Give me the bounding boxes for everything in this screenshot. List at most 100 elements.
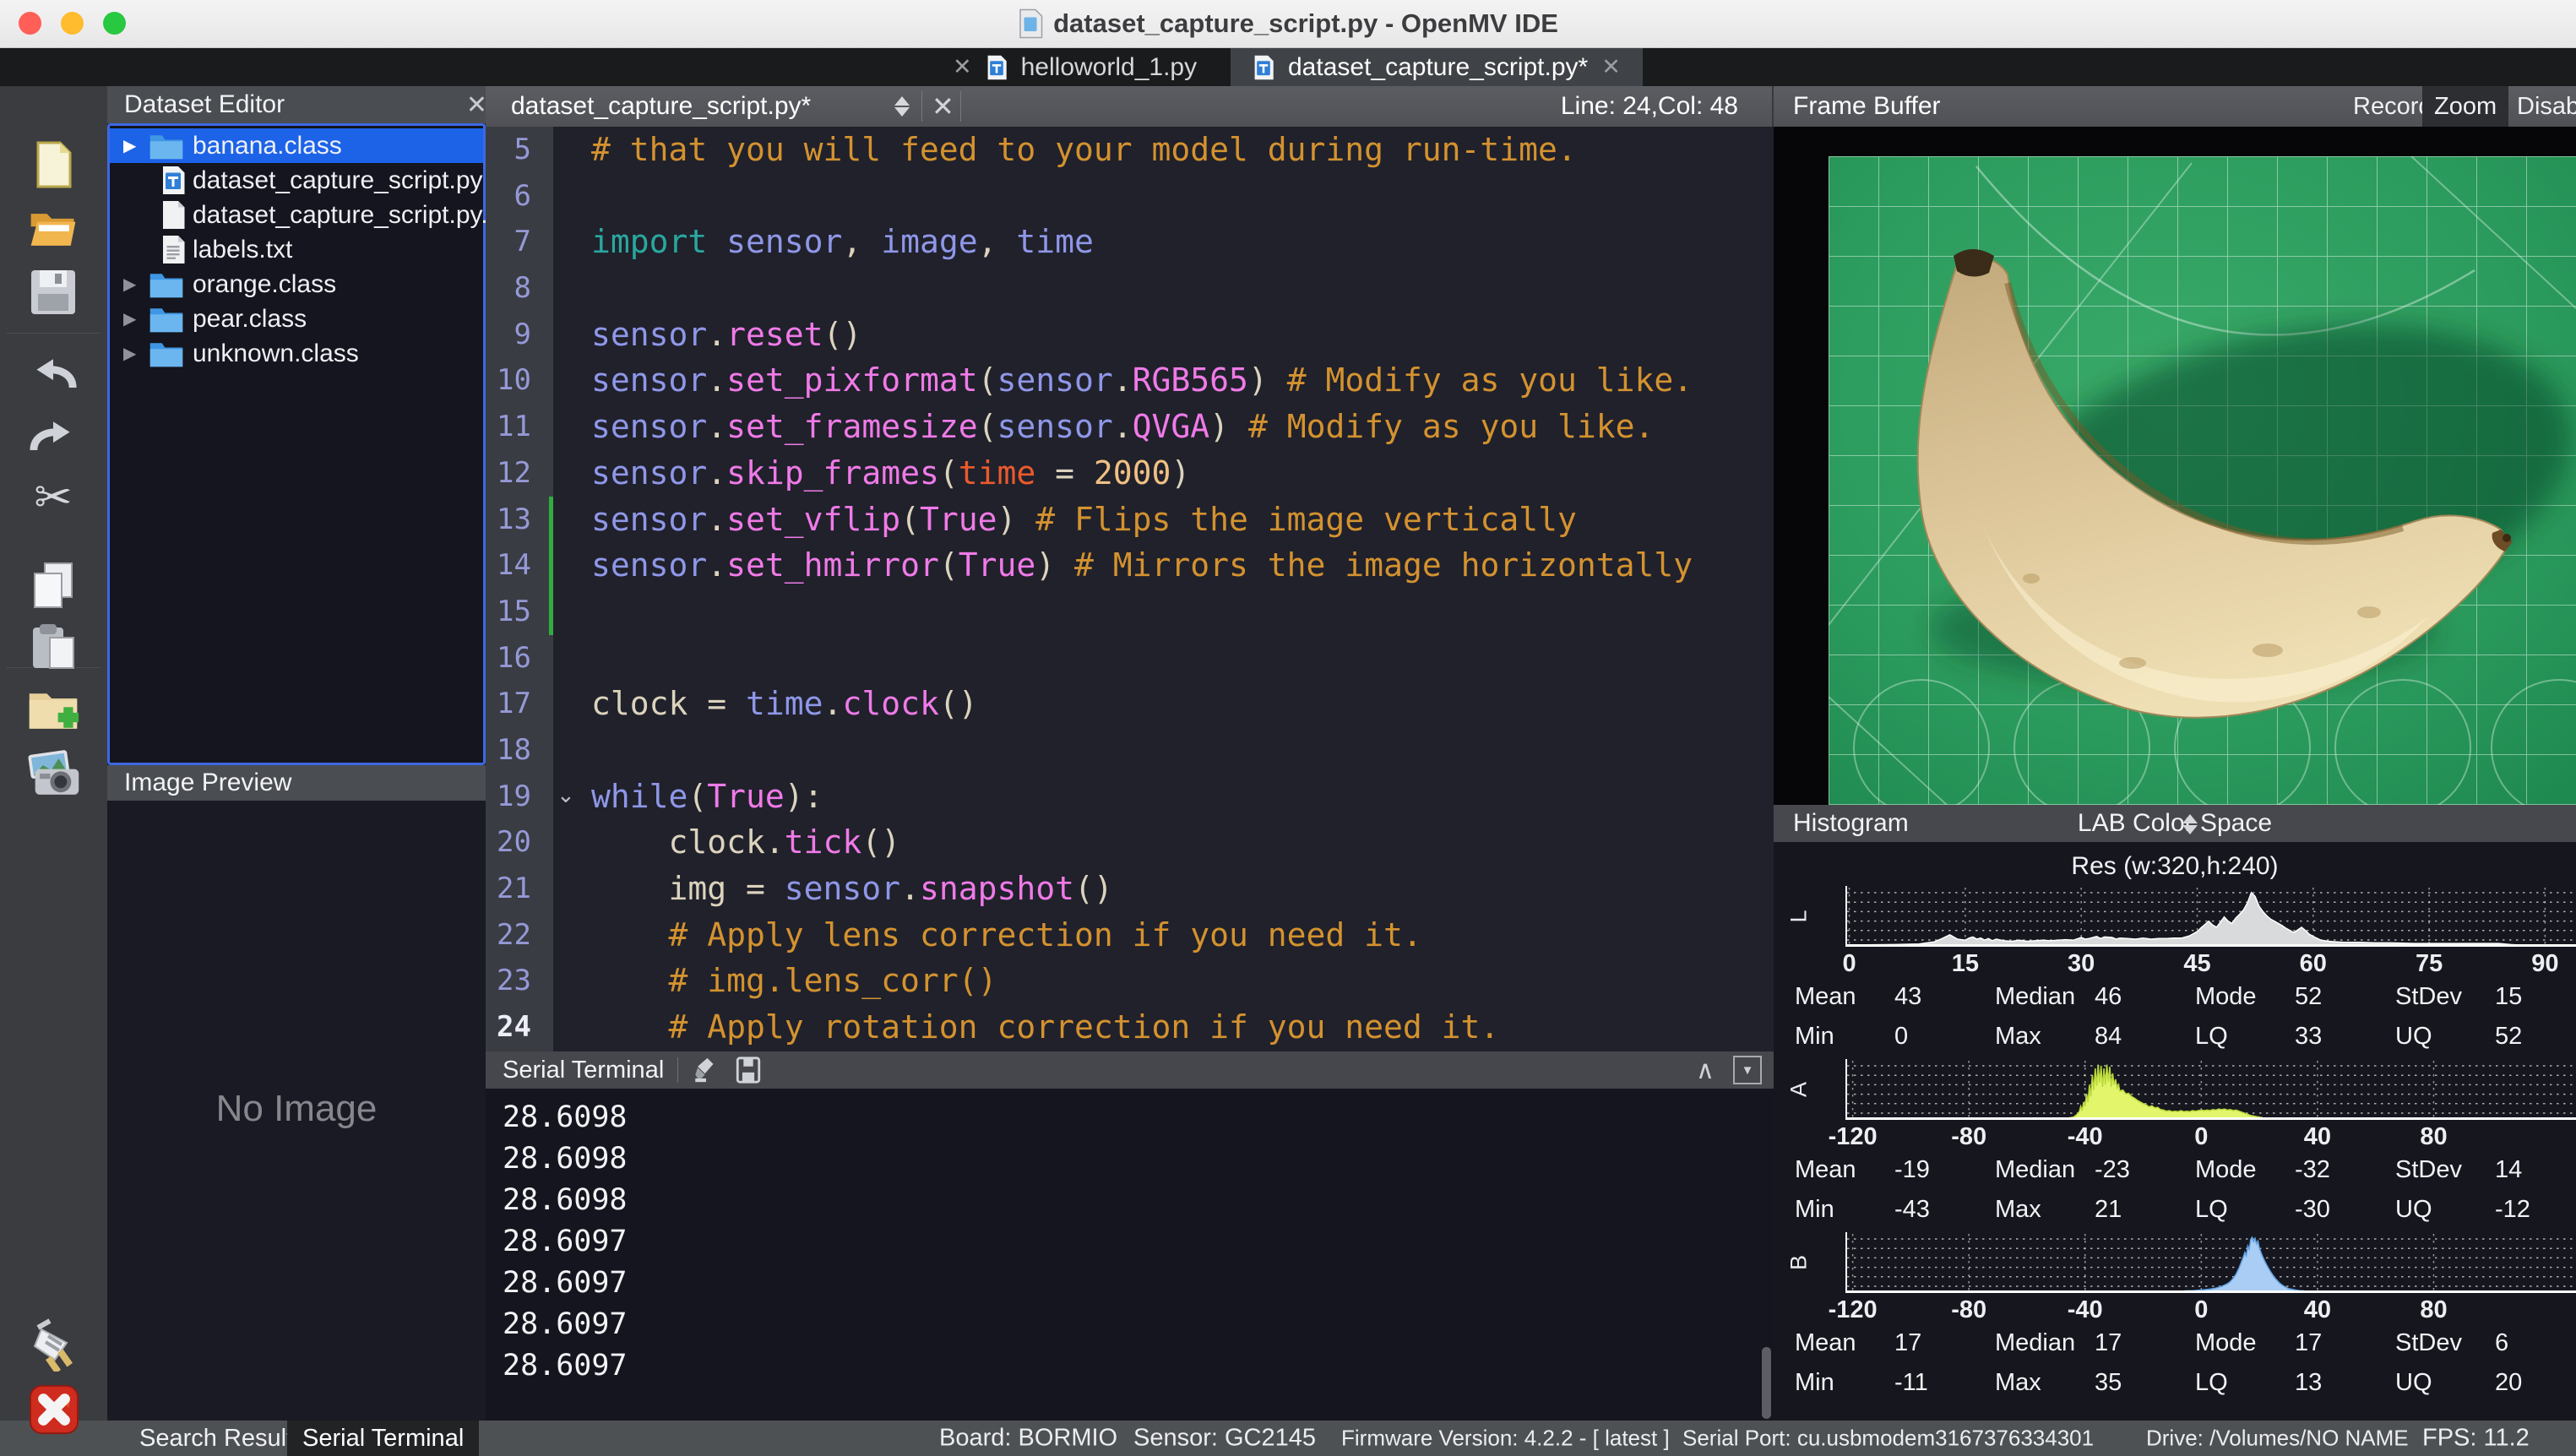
open-file-icon[interactable] <box>26 203 80 257</box>
colorspace-selector[interactable]: LAB Color Space <box>1774 809 2576 838</box>
stat: Mode-32 <box>2195 1156 2395 1184</box>
code-text: sensor.set_pixformat(sensor.RGB565) # Mo… <box>553 357 1774 404</box>
fold-arrow-icon[interactable]: ⌄ <box>557 774 575 816</box>
histogram-header: Histogram LAB Color Space <box>1774 805 2576 842</box>
histogram-panel: Res (w:320,h:240) L0153045607590Mean43Me… <box>1774 842 2576 1421</box>
stat-label: Mode <box>2195 1156 2295 1184</box>
expand-arrow-icon[interactable]: ▶ <box>123 343 136 364</box>
zoom-button[interactable]: Zoom <box>2422 86 2508 127</box>
stat-value: 52 <box>2495 1023 2522 1051</box>
tree-item-unknown-class[interactable]: ▶unknown.class <box>110 336 483 371</box>
close-tab-icon[interactable]: ✕ <box>953 54 972 80</box>
stat-label: Mean <box>1795 1156 1894 1184</box>
capture-image-icon[interactable] <box>26 747 80 801</box>
expand-arrow-icon[interactable]: ▶ <box>123 135 136 156</box>
save-log-icon[interactable] <box>734 1056 763 1084</box>
code-line-5[interactable]: 5# that you will feed to your model duri… <box>486 127 1774 173</box>
stat: StDev6 <box>2395 1329 2576 1357</box>
stop-script-icon[interactable] <box>28 1383 80 1436</box>
colorspace-stepper-icon[interactable] <box>2177 810 2203 839</box>
code-line-18[interactable]: 18 <box>486 727 1774 774</box>
code-line-24[interactable]: 24 # Apply rotation correction if you ne… <box>486 1004 1774 1051</box>
tab-helloworld[interactable]: ✕ helloworld_1.py <box>953 48 1197 86</box>
code-line-12[interactable]: 12sensor.skip_frames(time = 2000) <box>486 450 1774 497</box>
code-line-16[interactable]: 16 <box>486 635 1774 682</box>
close-panel-icon[interactable]: ✕ <box>466 90 487 120</box>
minimize-window-button[interactable] <box>61 12 84 35</box>
zoom-window-button[interactable] <box>103 12 126 35</box>
line-number: 23 <box>486 958 553 1004</box>
stat-label: StDev <box>2395 1329 2495 1357</box>
stat: UQ52 <box>2395 1023 2576 1051</box>
axis-tick-label: 15 <box>1952 950 1979 978</box>
stat: LQ-30 <box>2195 1196 2395 1224</box>
axis-tick-label: -80 <box>1951 1123 1986 1151</box>
tree-item-dataset-capture-script-py-[interactable]: dataset_capture_script.py.... <box>110 198 483 232</box>
code-line-14[interactable]: 14sensor.set_hmirror(True) # Mirrors the… <box>486 542 1774 589</box>
cut-icon[interactable]: ✂ <box>26 470 80 524</box>
code-line-22[interactable]: 22 # Apply lens correction if you need i… <box>486 912 1774 959</box>
terminal-line: 28.6098 <box>486 1097 1774 1138</box>
tree-item-orange-class[interactable]: ▶orange.class <box>110 267 483 302</box>
tab-label[interactable]: helloworld_1.py <box>1021 53 1197 82</box>
code-line-11[interactable]: 11sensor.set_framesize(sensor.QVGA) # Mo… <box>486 404 1774 450</box>
code-text <box>553 589 1774 635</box>
code-line-17[interactable]: 17clock = time.clock() <box>486 681 1774 727</box>
tab-label[interactable]: dataset_capture_script.py* <box>1288 53 1588 82</box>
titlebar[interactable]: dataset_capture_script.py - OpenMV IDE <box>0 0 2576 48</box>
code-line-7[interactable]: 7import sensor, image, time <box>486 219 1774 265</box>
disable-button[interactable]: Disable <box>2505 86 2576 127</box>
new-dataset-folder-icon[interactable] <box>26 684 80 738</box>
code-line-6[interactable]: 6 <box>486 173 1774 220</box>
stat-value: -23 <box>2095 1156 2130 1184</box>
serial-terminal-output[interactable]: 28.609828.609828.609828.609728.609728.60… <box>486 1089 1774 1421</box>
code-line-15[interactable]: 15 <box>486 589 1774 635</box>
terminal-line: 28.6097 <box>486 1263 1774 1304</box>
stat: Mean43 <box>1795 983 1995 1011</box>
stats-row-1: Mean17Median17Mode17StDev6 <box>1774 1323 2576 1363</box>
tree-item-pear-class[interactable]: ▶pear.class <box>110 302 483 336</box>
line-number: 12 <box>486 450 553 497</box>
code-line-23[interactable]: 23 # img.lens_corr() <box>486 958 1774 1004</box>
editor-tabbar: ✕ helloworld_1.py dataset_capture_script… <box>0 48 2576 86</box>
tree-item-labels-txt[interactable]: labels.txt <box>110 232 483 267</box>
stat-label: StDev <box>2395 1156 2495 1184</box>
tab-dataset-capture-script[interactable]: dataset_capture_script.py* ✕ <box>1231 48 1643 86</box>
connect-icon[interactable] <box>26 1317 80 1372</box>
code-line-20[interactable]: 20 clock.tick() <box>486 819 1774 866</box>
code-editor[interactable]: 5# that you will feed to your model duri… <box>486 127 1774 1051</box>
new-file-icon[interactable] <box>26 138 80 192</box>
line-number: 16 <box>486 635 553 682</box>
channel-axis-label: A <box>1786 1082 1812 1097</box>
close-tab-icon[interactable]: ✕ <box>1601 54 1621 80</box>
tree-item-dataset-capture-script-py[interactable]: dataset_capture_script.py <box>110 163 483 198</box>
stat: Max35 <box>1995 1369 2195 1397</box>
open-file-selector[interactable]: dataset_capture_script.py* <box>511 92 811 121</box>
undo-icon[interactable] <box>26 347 80 401</box>
traffic-lights[interactable] <box>19 12 126 35</box>
line-number: 21 <box>486 866 553 912</box>
expand-arrow-icon[interactable]: ▶ <box>123 308 136 329</box>
code-line-13[interactable]: 13sensor.set_vflip(True) # Flips the ima… <box>486 497 1774 543</box>
file-stepper-icon[interactable] <box>889 92 915 121</box>
terminal-menu-icon[interactable]: ▼ <box>1733 1056 1762 1084</box>
tree-item-banana-class[interactable]: ▶banana.class <box>110 128 483 163</box>
status-field-sensor: Sensor: GC2145 <box>1133 1425 1316 1453</box>
code-line-19[interactable]: 19⌄while(True): <box>486 774 1774 820</box>
collapse-terminal-icon[interactable]: ∧ <box>1696 1056 1715 1085</box>
terminal-line: 28.6097 <box>486 1221 1774 1263</box>
clear-terminal-icon[interactable] <box>692 1056 720 1084</box>
serial-terminal-tab[interactable]: Serial Terminal <box>287 1421 479 1456</box>
close-window-button[interactable] <box>19 12 41 35</box>
terminal-scrollbar[interactable] <box>1762 1347 1771 1419</box>
expand-arrow-icon[interactable]: ▶ <box>123 274 136 295</box>
close-file-icon[interactable]: ✕ <box>932 90 954 122</box>
code-line-9[interactable]: 9sensor.reset() <box>486 312 1774 358</box>
redo-icon[interactable] <box>26 410 80 464</box>
code-line-8[interactable]: 8 <box>486 265 1774 312</box>
copy-icon[interactable] <box>26 558 80 612</box>
code-line-10[interactable]: 10sensor.set_pixformat(sensor.RGB565) # … <box>486 357 1774 404</box>
paste-icon[interactable] <box>26 621 80 675</box>
save-file-icon[interactable] <box>26 265 80 319</box>
code-line-21[interactable]: 21 img = sensor.snapshot() <box>486 866 1774 912</box>
